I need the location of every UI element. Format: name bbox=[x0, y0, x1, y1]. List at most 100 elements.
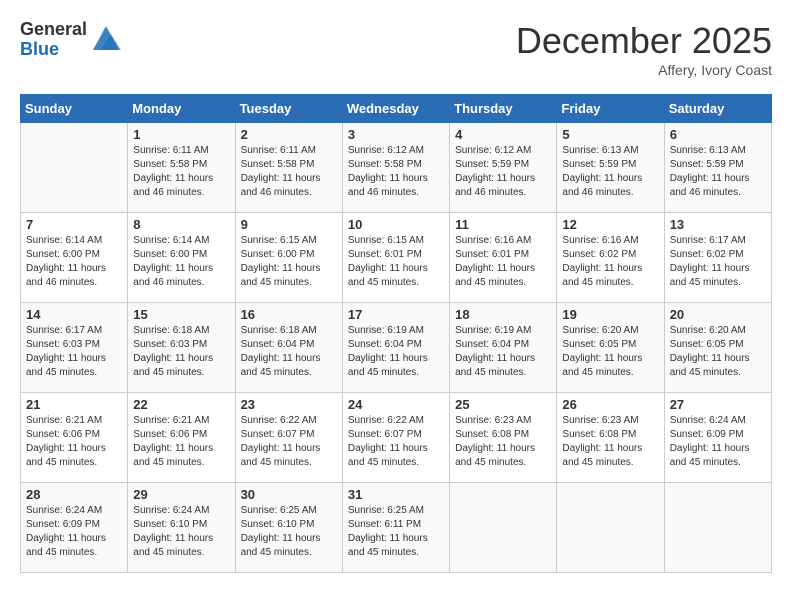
calendar-cell: 10Sunrise: 6:15 AMSunset: 6:01 PMDayligh… bbox=[342, 213, 449, 303]
day-number: 12 bbox=[562, 217, 658, 232]
day-info: Sunrise: 6:19 AMSunset: 6:04 PMDaylight:… bbox=[455, 324, 551, 380]
day-info: Sunrise: 6:22 AMSunset: 6:07 PMDaylight:… bbox=[348, 414, 444, 470]
day-number: 8 bbox=[133, 217, 229, 232]
day-number: 25 bbox=[455, 397, 551, 412]
calendar-cell: 27 Sunrise: 6:24 AMSunset: 6:09 PMDayligh… bbox=[664, 393, 771, 483]
day-info: Sunrise: 6:23 AMSunset: 6:08 PMDaylight:… bbox=[455, 414, 551, 470]
calendar-week-1: 1 Sunrise: 6:11 AMSunset: 5:58 PMDaylight… bbox=[21, 123, 772, 213]
calendar-cell bbox=[664, 483, 771, 573]
logo-icon bbox=[91, 22, 121, 57]
day-number: 18 bbox=[455, 307, 551, 322]
calendar-cell: 1 Sunrise: 6:11 AMSunset: 5:58 PMDaylight… bbox=[128, 123, 235, 213]
month-title: December 2025 bbox=[516, 20, 772, 62]
column-header-monday: Monday bbox=[128, 95, 235, 123]
calendar-cell bbox=[557, 483, 664, 573]
day-info: Sunrise: 6:25 AMSunset: 6:11 PMDaylight:… bbox=[348, 504, 444, 560]
day-number: 27 bbox=[670, 397, 766, 412]
calendar-cell: 6 Sunrise: 6:13 AMSunset: 5:59 PMDaylight… bbox=[664, 123, 771, 213]
day-number: 17 bbox=[348, 307, 444, 322]
day-number: 21 bbox=[26, 397, 122, 412]
day-info: Sunrise: 6:19 AMSunset: 6:04 PMDaylight:… bbox=[348, 324, 444, 380]
calendar-cell: 7 Sunrise: 6:14 AMSunset: 6:00 PMDaylight… bbox=[21, 213, 128, 303]
day-number: 6 bbox=[670, 127, 766, 142]
day-info: Sunrise: 6:15 AMSunset: 6:00 PMDaylight:… bbox=[241, 234, 337, 290]
calendar-cell: 12Sunrise: 6:16 AMSunset: 6:02 PMDayligh… bbox=[557, 213, 664, 303]
column-header-sunday: Sunday bbox=[21, 95, 128, 123]
calendar-cell: 19 Sunrise: 6:20 AMSunset: 6:05 PMDayligh… bbox=[557, 303, 664, 393]
column-header-saturday: Saturday bbox=[664, 95, 771, 123]
calendar-header-row: SundayMondayTuesdayWednesdayThursdayFrid… bbox=[21, 95, 772, 123]
calendar-cell: 26Sunrise: 6:23 AMSunset: 6:08 PMDayligh… bbox=[557, 393, 664, 483]
calendar-cell: 3 Sunrise: 6:12 AMSunset: 5:58 PMDaylight… bbox=[342, 123, 449, 213]
calendar-cell bbox=[21, 123, 128, 213]
day-number: 7 bbox=[26, 217, 122, 232]
location-subtitle: Affery, Ivory Coast bbox=[516, 62, 772, 78]
day-number: 1 bbox=[133, 127, 229, 142]
calendar-cell: 25 Sunrise: 6:23 AMSunset: 6:08 PMDayligh… bbox=[450, 393, 557, 483]
calendar-cell: 4 Sunrise: 6:12 AMSunset: 5:59 PMDaylight… bbox=[450, 123, 557, 213]
day-number: 4 bbox=[455, 127, 551, 142]
day-number: 22 bbox=[133, 397, 229, 412]
day-info: Sunrise: 6:23 AMSunset: 6:08 PMDaylight:… bbox=[562, 414, 658, 470]
day-info: Sunrise: 6:17 AMSunset: 6:02 PMDaylight:… bbox=[670, 234, 766, 290]
day-number: 16 bbox=[241, 307, 337, 322]
day-info: Sunrise: 6:24 AMSunset: 6:09 PMDaylight:… bbox=[26, 504, 122, 560]
calendar-cell: 31Sunrise: 6:25 AMSunset: 6:11 PMDayligh… bbox=[342, 483, 449, 573]
day-number: 15 bbox=[133, 307, 229, 322]
day-number: 13 bbox=[670, 217, 766, 232]
calendar-week-2: 7 Sunrise: 6:14 AMSunset: 6:00 PMDaylight… bbox=[21, 213, 772, 303]
calendar-cell: 29 Sunrise: 6:24 AMSunset: 6:10 PMDayligh… bbox=[128, 483, 235, 573]
day-info: Sunrise: 6:12 AMSunset: 5:59 PMDaylight:… bbox=[455, 144, 551, 200]
day-number: 3 bbox=[348, 127, 444, 142]
day-info: Sunrise: 6:18 AMSunset: 6:04 PMDaylight:… bbox=[241, 324, 337, 380]
calendar-cell: 9 Sunrise: 6:15 AMSunset: 6:00 PMDaylight… bbox=[235, 213, 342, 303]
calendar-cell: 13 Sunrise: 6:17 AMSunset: 6:02 PMDayligh… bbox=[664, 213, 771, 303]
calendar-cell: 23 Sunrise: 6:22 AMSunset: 6:07 PMDayligh… bbox=[235, 393, 342, 483]
day-info: Sunrise: 6:13 AMSunset: 5:59 PMDaylight:… bbox=[670, 144, 766, 200]
day-number: 9 bbox=[241, 217, 337, 232]
calendar-cell: 30 Sunrise: 6:25 AMSunset: 6:10 PMDayligh… bbox=[235, 483, 342, 573]
day-number: 14 bbox=[26, 307, 122, 322]
calendar-week-5: 28 Sunrise: 6:24 AMSunset: 6:09 PMDayligh… bbox=[21, 483, 772, 573]
calendar-cell: 17 Sunrise: 6:19 AMSunset: 6:04 PMDayligh… bbox=[342, 303, 449, 393]
day-info: Sunrise: 6:17 AMSunset: 6:03 PMDaylight:… bbox=[26, 324, 122, 380]
day-info: Sunrise: 6:21 AMSunset: 6:06 PMDaylight:… bbox=[26, 414, 122, 470]
calendar-cell: 22Sunrise: 6:21 AMSunset: 6:06 PMDayligh… bbox=[128, 393, 235, 483]
day-number: 28 bbox=[26, 487, 122, 502]
calendar-cell: 15Sunrise: 6:18 AMSunset: 6:03 PMDayligh… bbox=[128, 303, 235, 393]
day-info: Sunrise: 6:11 AMSunset: 5:58 PMDaylight:… bbox=[133, 144, 229, 200]
calendar-cell: 20Sunrise: 6:20 AMSunset: 6:05 PMDayligh… bbox=[664, 303, 771, 393]
day-info: Sunrise: 6:20 AMSunset: 6:05 PMDaylight:… bbox=[562, 324, 658, 380]
day-info: Sunrise: 6:14 AMSunset: 6:00 PMDaylight:… bbox=[26, 234, 122, 290]
calendar-cell: 18 Sunrise: 6:19 AMSunset: 6:04 PMDayligh… bbox=[450, 303, 557, 393]
day-info: Sunrise: 6:16 AMSunset: 6:01 PMDaylight:… bbox=[455, 234, 551, 290]
day-info: Sunrise: 6:24 AMSunset: 6:09 PMDaylight:… bbox=[670, 414, 766, 470]
calendar-cell: 21 Sunrise: 6:21 AMSunset: 6:06 PMDayligh… bbox=[21, 393, 128, 483]
day-number: 24 bbox=[348, 397, 444, 412]
day-number: 5 bbox=[562, 127, 658, 142]
calendar-cell: 14 Sunrise: 6:17 AMSunset: 6:03 PMDayligh… bbox=[21, 303, 128, 393]
column-header-wednesday: Wednesday bbox=[342, 95, 449, 123]
day-number: 23 bbox=[241, 397, 337, 412]
day-info: Sunrise: 6:12 AMSunset: 5:58 PMDaylight:… bbox=[348, 144, 444, 200]
calendar-cell: 24 Sunrise: 6:22 AMSunset: 6:07 PMDayligh… bbox=[342, 393, 449, 483]
calendar-cell: 5 Sunrise: 6:13 AMSunset: 5:59 PMDaylight… bbox=[557, 123, 664, 213]
logo-blue: Blue bbox=[20, 40, 87, 60]
day-number: 19 bbox=[562, 307, 658, 322]
day-number: 29 bbox=[133, 487, 229, 502]
day-info: Sunrise: 6:11 AMSunset: 5:58 PMDaylight:… bbox=[241, 144, 337, 200]
day-number: 30 bbox=[241, 487, 337, 502]
day-info: Sunrise: 6:24 AMSunset: 6:10 PMDaylight:… bbox=[133, 504, 229, 560]
day-info: Sunrise: 6:15 AMSunset: 6:01 PMDaylight:… bbox=[348, 234, 444, 290]
calendar-cell: 2 Sunrise: 6:11 AMSunset: 5:58 PMDaylight… bbox=[235, 123, 342, 213]
calendar-week-3: 14 Sunrise: 6:17 AMSunset: 6:03 PMDayligh… bbox=[21, 303, 772, 393]
column-header-tuesday: Tuesday bbox=[235, 95, 342, 123]
calendar-week-4: 21 Sunrise: 6:21 AMSunset: 6:06 PMDayligh… bbox=[21, 393, 772, 483]
column-header-thursday: Thursday bbox=[450, 95, 557, 123]
day-number: 2 bbox=[241, 127, 337, 142]
day-info: Sunrise: 6:13 AMSunset: 5:59 PMDaylight:… bbox=[562, 144, 658, 200]
column-header-friday: Friday bbox=[557, 95, 664, 123]
logo-general: General bbox=[20, 20, 87, 40]
day-info: Sunrise: 6:25 AMSunset: 6:10 PMDaylight:… bbox=[241, 504, 337, 560]
day-info: Sunrise: 6:22 AMSunset: 6:07 PMDaylight:… bbox=[241, 414, 337, 470]
